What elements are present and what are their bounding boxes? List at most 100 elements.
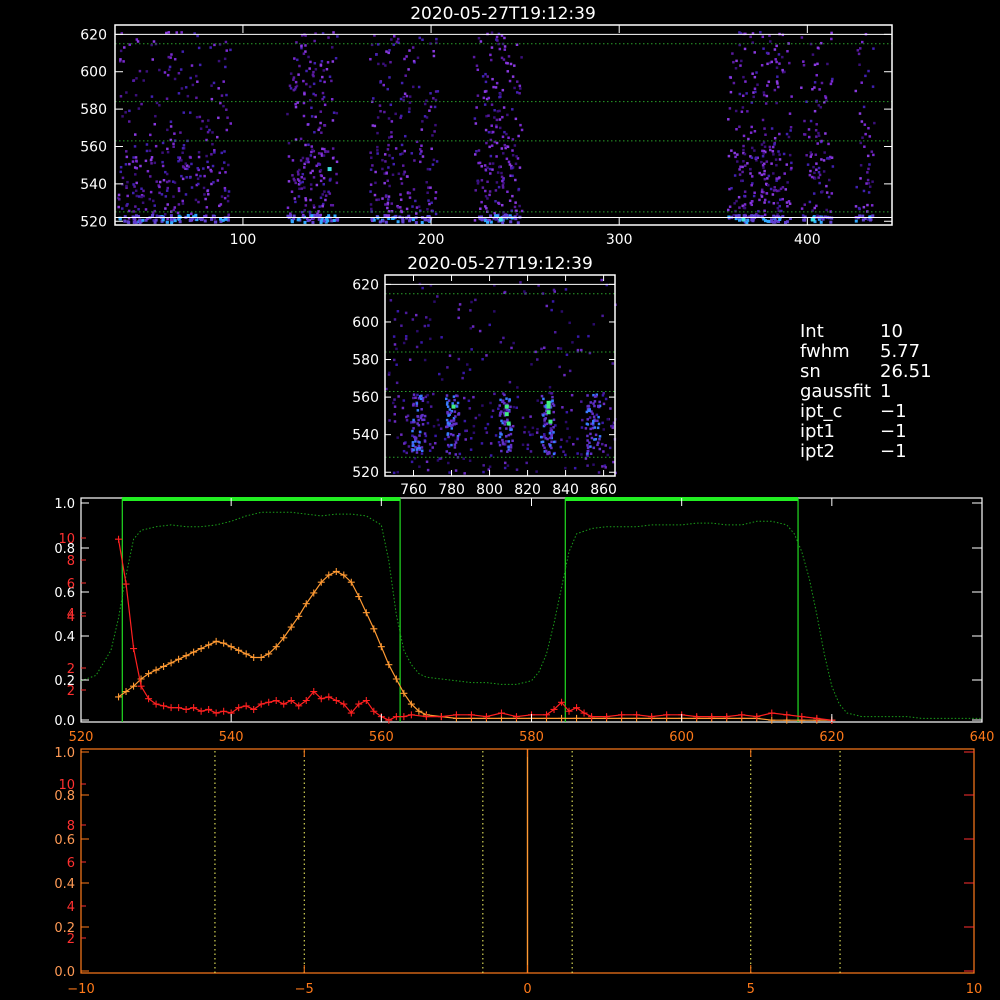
image-pixel — [498, 165, 501, 169]
image-pixel — [180, 174, 183, 178]
image-pixel — [785, 132, 789, 136]
image-pixel — [778, 176, 781, 179]
image-pixel — [417, 205, 421, 208]
image-pixel — [298, 179, 301, 183]
image-pixel — [500, 449, 503, 453]
image-pixel — [389, 60, 392, 64]
image-pixel — [429, 405, 433, 408]
image-pixel — [860, 81, 863, 84]
image-pixel — [509, 443, 513, 447]
image-pixel — [293, 57, 296, 60]
image-pixel — [221, 218, 225, 222]
bright-pixel — [548, 419, 553, 424]
image-pixel — [165, 31, 168, 35]
bright-pixel — [546, 410, 551, 415]
image-pixel — [205, 154, 208, 158]
image-pixel — [207, 193, 210, 196]
image-pixel — [494, 218, 498, 221]
image-pixel — [766, 62, 769, 66]
image-pixel — [822, 170, 826, 173]
image-pixel — [376, 152, 379, 155]
image-pixel — [593, 404, 596, 408]
image-pixel — [489, 154, 493, 158]
image-pixel — [163, 213, 167, 216]
data-point — [175, 704, 183, 712]
data-point — [175, 655, 183, 663]
image-pixel — [818, 181, 821, 185]
image-pixel — [774, 158, 778, 161]
bright-pixel — [546, 404, 551, 409]
image-pixel — [772, 153, 775, 156]
image-pixel — [396, 37, 400, 41]
image-pixel — [396, 470, 400, 474]
y-tick-label: 0.6 — [54, 833, 75, 848]
image-pixel — [126, 180, 129, 184]
image-pixel — [144, 208, 148, 211]
image-pixel — [494, 86, 498, 89]
image-pixel — [504, 435, 508, 438]
image-pixel — [158, 68, 161, 72]
image-pixel — [306, 123, 310, 126]
image-pixel — [392, 216, 396, 220]
data-point — [212, 709, 220, 717]
image-pixel — [211, 131, 214, 134]
image-pixel — [448, 471, 451, 474]
image-pixel — [152, 40, 156, 43]
image-pixel — [166, 203, 169, 206]
image-pixel — [568, 369, 572, 373]
image-pixel — [309, 154, 313, 157]
bright-pixel — [546, 400, 551, 405]
image-pixel — [828, 178, 831, 182]
image-pixel — [421, 155, 425, 158]
image-pixel — [296, 58, 299, 62]
image-pixel — [303, 209, 307, 212]
image-pixel — [400, 81, 404, 85]
image-pixel — [765, 94, 769, 98]
image-pixel — [864, 74, 867, 78]
image-pixel — [467, 399, 471, 403]
image-pixel — [216, 179, 220, 182]
image-pixel — [559, 445, 563, 449]
image-pixel — [408, 196, 412, 199]
image-pixel — [762, 47, 765, 50]
image-pixel — [181, 177, 185, 181]
offset-axes: −10 −5 0 5 100.00.20.40.60.81.0246810 — [54, 746, 982, 997]
image-pixel — [124, 111, 127, 114]
image-pixel — [589, 452, 593, 456]
image-pixel — [408, 191, 412, 195]
image-pixel — [860, 120, 864, 123]
image-pixel — [319, 196, 323, 200]
data-point — [377, 643, 385, 651]
image-pixel — [133, 185, 136, 188]
image-pixel — [553, 330, 557, 334]
image-pixel — [501, 179, 504, 183]
image-pixel — [220, 195, 224, 198]
middle-image-title: 2020-05-27T19:12:39 — [407, 254, 593, 274]
image-pixel — [800, 86, 803, 89]
image-pixel — [564, 466, 567, 470]
image-pixel — [530, 363, 533, 366]
image-pixel — [802, 60, 805, 63]
image-pixel — [506, 70, 510, 73]
image-pixel — [395, 40, 399, 44]
image-pixel — [166, 150, 170, 154]
image-pixel — [475, 106, 478, 109]
image-pixel — [590, 436, 594, 440]
image-pixel — [301, 172, 305, 176]
image-pixel — [591, 422, 595, 425]
image-pixel — [405, 418, 409, 422]
image-pixel — [502, 106, 506, 109]
image-pixel — [425, 460, 429, 464]
image-pixel — [509, 62, 513, 66]
image-pixel — [509, 405, 512, 409]
y-tick-label-red: 8 — [67, 819, 75, 834]
x-tick-label: −5 — [295, 982, 314, 997]
bright-pixel — [741, 217, 746, 222]
image-pixel — [434, 434, 437, 438]
image-pixel — [296, 101, 299, 104]
image-pixel — [198, 115, 202, 119]
image-pixel — [760, 173, 764, 177]
image-pixel — [182, 144, 186, 147]
image-pixel — [452, 422, 455, 426]
image-pixel — [194, 198, 198, 202]
